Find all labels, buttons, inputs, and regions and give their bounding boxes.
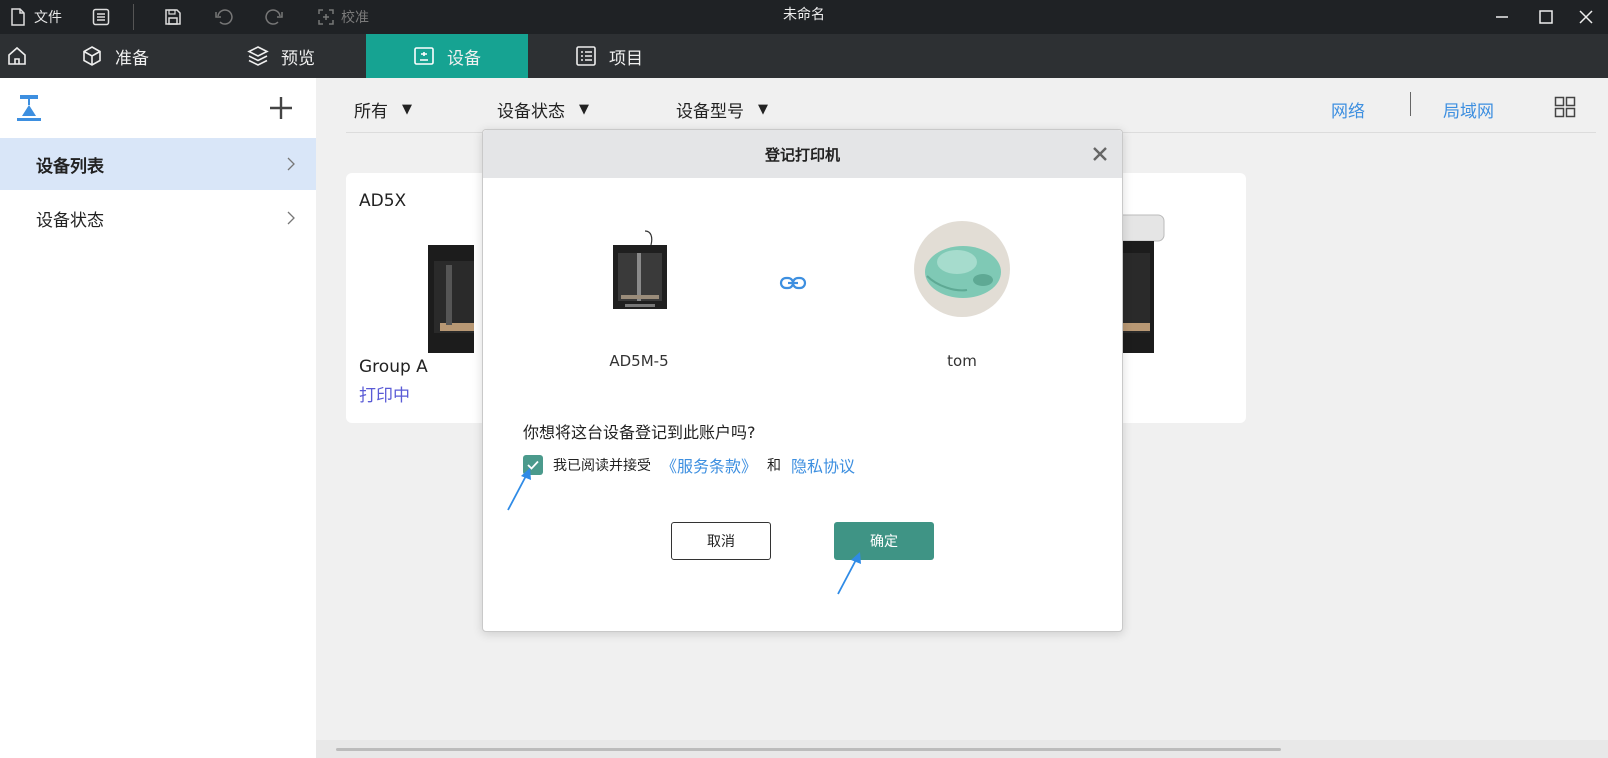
home-icon	[8, 46, 26, 65]
dialog-header: 登记打印机	[483, 130, 1122, 178]
filter-all-dropdown[interactable]: 所有 ▼	[354, 94, 412, 124]
redo-button[interactable]	[264, 0, 284, 34]
undo-icon	[215, 9, 233, 25]
sidebar-item-device-status[interactable]: 设备状态	[0, 192, 316, 244]
tab-device[interactable]: 设备	[366, 34, 528, 78]
calibrate-label: 校准	[341, 10, 369, 26]
close-icon	[1579, 10, 1593, 24]
lan-tab[interactable]: 局域网	[1443, 94, 1494, 124]
undo-button[interactable]	[214, 0, 234, 34]
title-bar: 文件 校准 未命名	[0, 0, 1608, 34]
tab-prepare-label: 准备	[115, 48, 149, 69]
add-device-button[interactable]	[265, 92, 297, 124]
filter-all-label: 所有	[354, 101, 388, 122]
home-button[interactable]	[0, 34, 34, 78]
filter-device-model-dropdown[interactable]: 设备型号 ▼	[676, 94, 768, 124]
save-icon	[165, 9, 181, 25]
sidebar-item-label: 设备状态	[36, 210, 104, 231]
grid-view-button[interactable]	[1554, 92, 1576, 122]
dropdown-arrow-icon: ▼	[758, 101, 768, 117]
tab-project[interactable]: 项目	[528, 34, 690, 78]
tab-preview[interactable]: 预览	[196, 34, 366, 78]
minimize-button[interactable]	[1480, 0, 1524, 34]
lan-tab-label: 局域网	[1443, 101, 1494, 122]
annotation-arrow-icon	[507, 468, 531, 511]
user-name-label: tom	[947, 352, 977, 370]
dialog-title: 登记打印机	[764, 145, 840, 164]
dialog-close-button[interactable]	[1086, 140, 1114, 168]
network-tab[interactable]: 网络	[1331, 94, 1365, 124]
device-name-label: AD5M-5	[609, 352, 669, 370]
sidebar-item-label: 设备列表	[36, 156, 104, 177]
file-icon	[11, 8, 25, 26]
maximize-icon	[1539, 10, 1553, 24]
tab-preview-label: 预览	[281, 48, 315, 69]
and-text: 和	[767, 458, 782, 474]
agreement-row: 我已阅读并接受 《服务条款》 和 隐私协议	[523, 452, 855, 478]
device-card-group: Group A	[359, 357, 428, 377]
chevron-right-icon	[287, 157, 295, 171]
register-printer-dialog: 登记打印机 AD5M-5 tom 你想将这台设备登记到此账户吗? 我已阅读并接受…	[482, 129, 1123, 632]
cube-icon	[83, 46, 101, 66]
link-icon	[779, 276, 807, 290]
sidebar-item-device-list[interactable]: 设备列表	[0, 138, 316, 190]
register-question: 你想将这台设备登记到此账户吗?	[523, 423, 756, 442]
file-menu[interactable]: 文件	[10, 0, 62, 34]
filter-device-status-dropdown[interactable]: 设备状态 ▼	[497, 94, 589, 124]
minimize-icon	[1496, 16, 1508, 18]
privacy-policy-link[interactable]: 隐私协议	[791, 453, 855, 477]
dropdown-arrow-icon: ▼	[402, 101, 412, 117]
file-menu-label: 文件	[34, 10, 62, 26]
tab-prepare[interactable]: 准备	[34, 34, 196, 78]
printer-image-icon	[613, 230, 667, 309]
terms-of-service-link[interactable]: 《服务条款》	[661, 453, 757, 477]
network-tab-label: 网络	[1331, 101, 1365, 122]
calibrate-icon	[318, 9, 334, 25]
device-icon	[414, 47, 434, 65]
tab-project-label: 项目	[609, 48, 643, 69]
cancel-button[interactable]: 取消	[671, 522, 771, 560]
device-card-name: AD5X	[359, 191, 407, 211]
toolbar-divider	[133, 4, 134, 30]
save-button[interactable]	[164, 0, 182, 34]
project-list-icon	[576, 46, 596, 66]
main-nav: 准备 预览 设备 项目	[0, 34, 1608, 78]
dropdown-arrow-icon: ▼	[579, 101, 589, 117]
filter-device-status-label: 设备状态	[497, 101, 565, 122]
filter-divider	[1410, 92, 1411, 116]
menu-list-icon	[92, 8, 110, 26]
avatar	[914, 221, 1010, 317]
calibrate-button[interactable]: 校准	[317, 0, 369, 34]
chevron-right-icon	[287, 211, 295, 225]
printer-image-icon	[428, 245, 474, 353]
menu-list-button[interactable]	[92, 0, 110, 34]
tab-device-label: 设备	[447, 48, 481, 69]
close-window-button[interactable]	[1564, 0, 1608, 34]
close-icon	[1093, 147, 1107, 161]
agree-text: 我已阅读并接受	[553, 458, 651, 474]
printer-logo-icon	[14, 92, 44, 124]
plus-icon	[270, 97, 292, 119]
maximize-button[interactable]	[1524, 0, 1568, 34]
filter-device-model-label: 设备型号	[676, 101, 744, 122]
grid-view-icon	[1554, 96, 1576, 118]
redo-icon	[265, 9, 283, 25]
sidebar: 设备列表 设备状态	[0, 78, 316, 758]
layers-icon	[247, 46, 269, 66]
window-title: 未命名	[783, 7, 825, 23]
annotation-arrow-icon	[837, 552, 861, 595]
device-card-status: 打印中	[359, 386, 410, 406]
horizontal-scrollbar[interactable]	[336, 748, 1281, 751]
